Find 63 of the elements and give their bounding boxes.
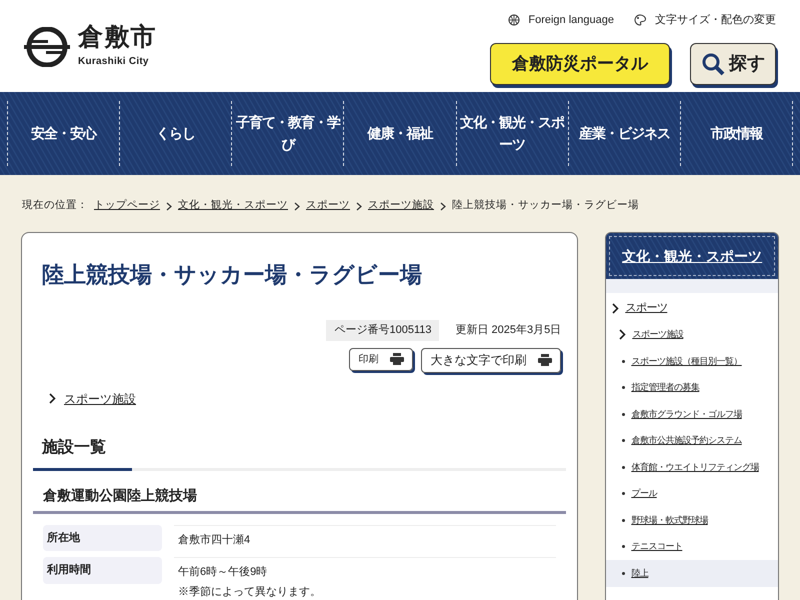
table-value: 倉敷市四十瀬4 xyxy=(178,532,252,548)
nav-item[interactable]: 安全・安心 xyxy=(7,101,120,166)
large-print-button[interactable]: 大きな文字で印刷 xyxy=(421,348,562,372)
bullet-icon xyxy=(622,360,626,363)
bullet-icon xyxy=(622,386,626,390)
bullet-icon xyxy=(622,466,626,469)
section-heading: 施設一覧 xyxy=(40,437,107,458)
palette-icon xyxy=(634,14,647,26)
sidebar-item[interactable]: 指定管理者の募集 xyxy=(606,374,778,401)
sidebar-item[interactable]: スポーツ施設（種目別一覧） xyxy=(606,348,778,374)
table-value: 午前6時～午後9時 xyxy=(178,565,268,580)
sidebar-item[interactable]: スポーツ施設 xyxy=(606,322,778,348)
chevron-icon xyxy=(440,202,446,210)
nav-item[interactable]: 市政情報 xyxy=(680,101,793,166)
nav-item[interactable]: 文化・観光・スポーツ xyxy=(456,101,568,166)
bullet-icon xyxy=(622,439,626,442)
chevron-icon xyxy=(612,302,620,314)
updated-date: 更新日 2025年3月5日 xyxy=(455,322,562,338)
breadcrumb-link[interactable]: トップページ xyxy=(94,198,160,214)
sidebar-item[interactable]: プール xyxy=(606,480,778,507)
table-label: 利用時間 xyxy=(43,557,162,584)
table-value: ※季節によって異なります。 xyxy=(178,584,322,600)
bullet-icon xyxy=(622,518,626,522)
chevron-icon xyxy=(294,202,300,210)
header-link[interactable]: Foreign language xyxy=(508,12,614,28)
page-number: ページ番号1005113 xyxy=(326,320,440,340)
breadcrumb-link[interactable]: スポーツ xyxy=(306,198,350,214)
chevron-icon xyxy=(619,329,626,340)
chevron-icon xyxy=(166,202,172,210)
sidebar-item[interactable]: 野球場・軟式野球場 xyxy=(606,507,778,534)
print-button[interactable]: 印刷 xyxy=(349,348,414,370)
search-icon xyxy=(701,52,725,76)
nav-item[interactable]: 産業・ビジネス xyxy=(568,101,680,166)
bullet-icon xyxy=(622,545,626,548)
page-title: 陸上競技場・サッカー場・ラグビー場 xyxy=(41,261,423,289)
breadcrumb-link[interactable]: 文化・観光・スポーツ xyxy=(178,198,288,214)
sidebar-item[interactable]: 倉敷市公共施設予約システム xyxy=(606,428,778,454)
table-label: 所在地 xyxy=(43,524,162,551)
chevron-icon xyxy=(356,202,362,210)
city-subtitle: Kurashiki City xyxy=(78,55,150,69)
globe-icon xyxy=(508,14,520,26)
sidebar-item[interactable]: テニスコート xyxy=(606,534,778,560)
printer-icon xyxy=(538,354,552,366)
sidebar-item[interactable]: 体育館・ウエイトリフティング場 xyxy=(606,454,778,480)
bullet-icon xyxy=(622,412,626,416)
chevron-icon xyxy=(49,393,56,404)
sidebar-item[interactable]: スポーツ xyxy=(606,295,778,322)
bullet-icon xyxy=(622,572,626,575)
header-link[interactable]: 文字サイズ・配色の変更 xyxy=(634,12,776,28)
bullet-icon xyxy=(622,492,626,496)
city-name: 倉敷市 xyxy=(78,25,157,50)
nav-item[interactable]: 子育て・教育・学び xyxy=(231,101,344,166)
breadcrumb-link[interactable]: スポーツ施設 xyxy=(368,198,434,214)
printer-icon xyxy=(390,353,404,365)
breadcrumb-current: 陸上競技場・サッカー場・ラグビー場 xyxy=(452,198,639,214)
nav-item[interactable]: 健康・福祉 xyxy=(343,101,456,166)
parent-link[interactable]: スポーツ施設 xyxy=(33,390,566,408)
nav-item[interactable]: くらし xyxy=(119,101,232,166)
city-logo-icon xyxy=(24,27,70,67)
facility-heading: 倉敷運動公園陸上競技場 xyxy=(33,484,566,514)
breadcrumb-label: 現在の位置： xyxy=(22,198,88,214)
sidebar-item[interactable]: 陸上 xyxy=(606,560,778,586)
sidebar-item[interactable]: 倉敷市グラウンド・ゴルフ場 xyxy=(606,401,778,428)
